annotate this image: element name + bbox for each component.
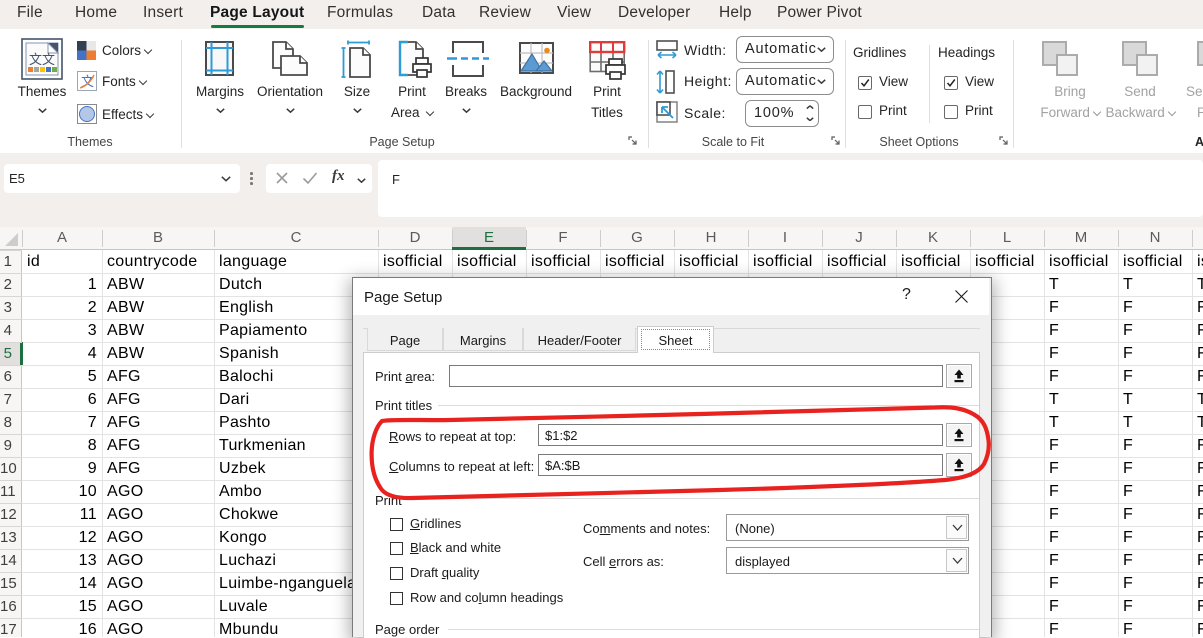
svg-text:文文: 文文: [29, 52, 55, 67]
